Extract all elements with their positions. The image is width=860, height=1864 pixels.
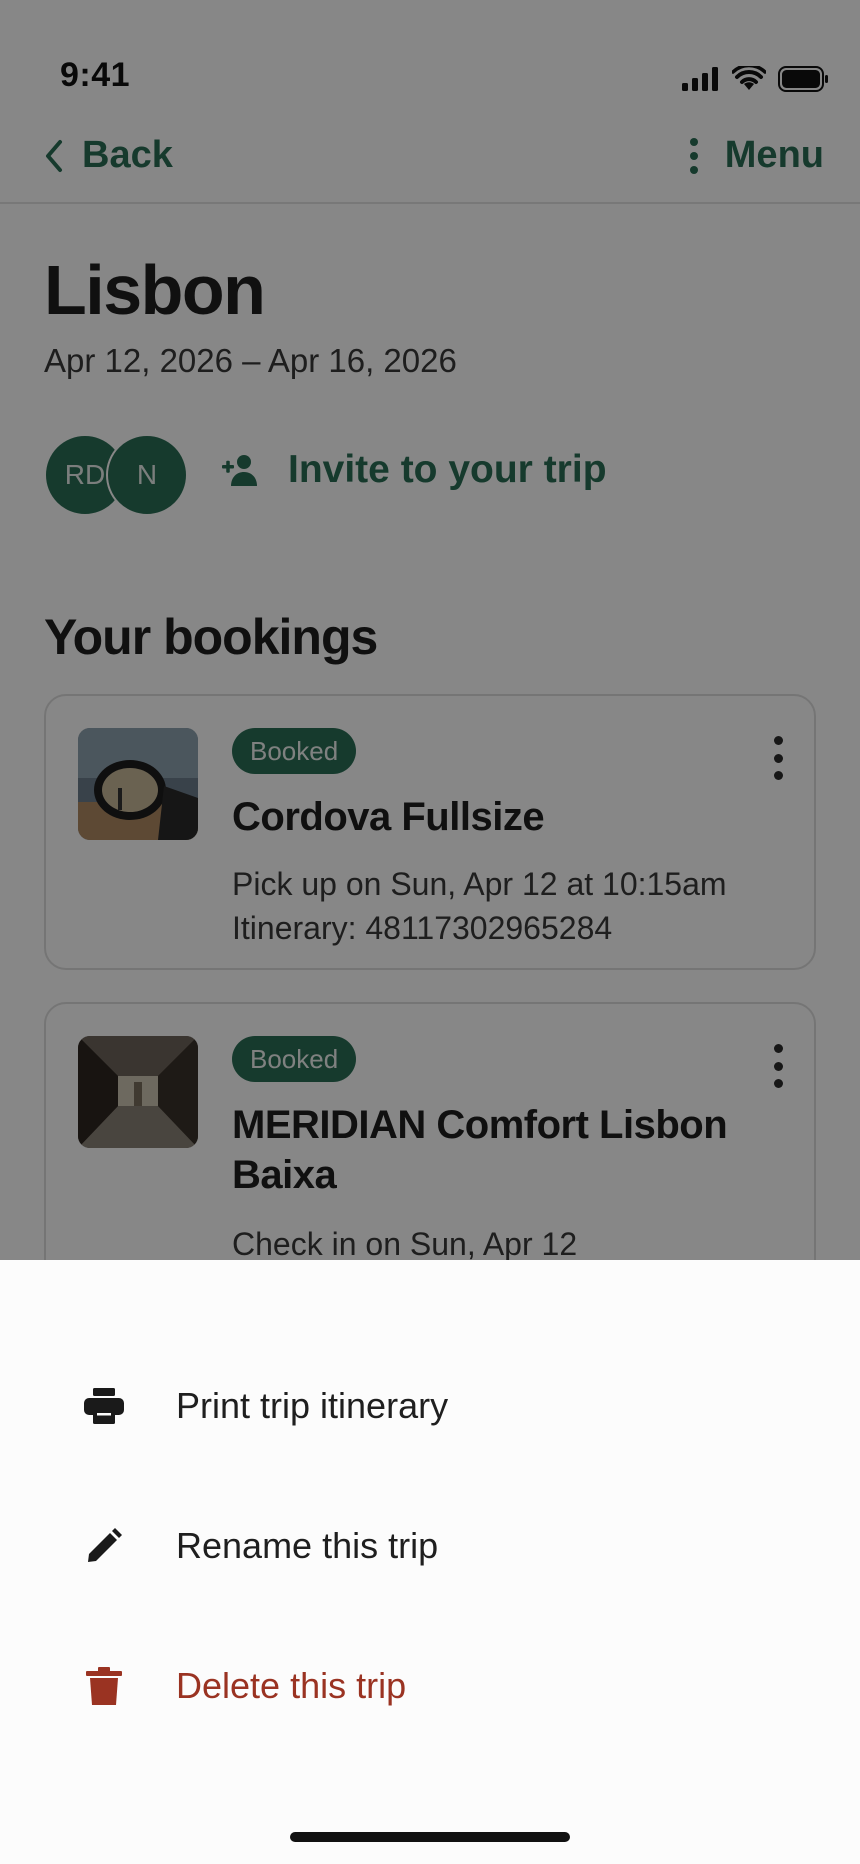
trip-actions-sheet: Print trip itinerary Rename this trip De… xyxy=(0,1260,860,1864)
print-itinerary-option[interactable]: Print trip itinerary xyxy=(0,1336,860,1476)
delete-trip-option[interactable]: Delete this trip xyxy=(0,1616,860,1756)
pencil-icon xyxy=(84,1526,124,1566)
modal-scrim[interactable] xyxy=(0,0,860,1260)
print-itinerary-label: Print trip itinerary xyxy=(176,1385,449,1426)
home-indicator[interactable] xyxy=(290,1832,570,1842)
trash-icon xyxy=(84,1666,124,1706)
rename-trip-option[interactable]: Rename this trip xyxy=(0,1476,860,1616)
printer-icon xyxy=(84,1386,124,1426)
delete-trip-label: Delete this trip xyxy=(176,1665,407,1706)
rename-trip-label: Rename this trip xyxy=(176,1525,439,1566)
